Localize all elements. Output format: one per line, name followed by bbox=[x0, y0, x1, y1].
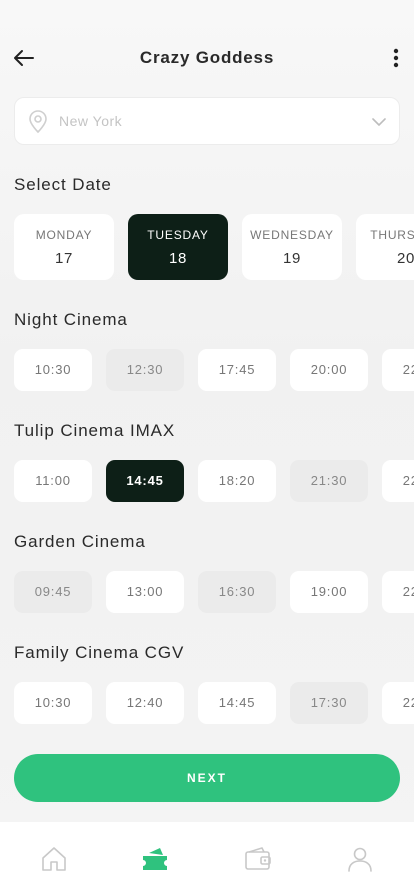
nav-home[interactable] bbox=[39, 844, 69, 874]
date-day-label: WEDNESDAY bbox=[250, 228, 334, 242]
date-row: MONDAY 17 TUESDAY 18 WEDNESDAY 19 THURSDAY 20 bbox=[14, 214, 414, 280]
showtime-chip[interactable]: 10:30 bbox=[14, 682, 92, 724]
header: Crazy Goddess bbox=[0, 36, 414, 80]
wallet-icon bbox=[245, 847, 271, 870]
showtime-chip[interactable]: 22:00 bbox=[382, 571, 414, 613]
bottom-nav bbox=[0, 822, 414, 896]
date-number: 17 bbox=[55, 250, 73, 267]
showtime-chip[interactable]: 20:00 bbox=[290, 349, 368, 391]
nav-profile[interactable] bbox=[345, 844, 375, 874]
showtime-chip[interactable]: 10:30 bbox=[14, 349, 92, 391]
home-icon bbox=[42, 847, 66, 871]
showtime-row: 09:45 13:00 16:30 19:00 22:00 bbox=[14, 571, 414, 613]
select-date-title: Select Date bbox=[14, 175, 112, 194]
showtime-chip[interactable]: 09:45 bbox=[14, 571, 92, 613]
date-card[interactable]: WEDNESDAY 19 bbox=[242, 214, 342, 280]
ticket-icon bbox=[143, 848, 167, 870]
date-day-label: MONDAY bbox=[35, 228, 93, 242]
showtime-chip[interactable]: 14:45 bbox=[106, 460, 184, 502]
showtime-chip[interactable]: 14:45 bbox=[198, 682, 276, 724]
more-vertical-icon bbox=[393, 48, 399, 68]
showtime-chip[interactable]: 19:00 bbox=[290, 571, 368, 613]
showtime-chip[interactable]: 22:00 bbox=[382, 349, 414, 391]
nav-wallet[interactable] bbox=[243, 844, 273, 874]
showtime-chip[interactable]: 11:00 bbox=[14, 460, 92, 502]
date-number: 18 bbox=[169, 250, 187, 267]
profile-icon bbox=[348, 847, 372, 872]
showtime-chip[interactable]: 18:20 bbox=[198, 460, 276, 502]
showtime-chip[interactable]: 21:30 bbox=[290, 460, 368, 502]
date-number: 19 bbox=[283, 250, 301, 267]
nav-tickets[interactable] bbox=[140, 844, 170, 874]
showtime-chip[interactable]: 12:30 bbox=[106, 349, 184, 391]
more-options-button[interactable] bbox=[384, 42, 408, 74]
showtime-chip[interactable]: 13:00 bbox=[106, 571, 184, 613]
location-pin-icon bbox=[29, 110, 47, 134]
date-number: 20 bbox=[397, 250, 414, 267]
showtime-chip[interactable]: 12:40 bbox=[106, 682, 184, 724]
date-card[interactable]: MONDAY 17 bbox=[14, 214, 114, 280]
next-button[interactable]: NEXT bbox=[14, 754, 400, 802]
cinema-title: Family Cinema CGV bbox=[14, 643, 185, 662]
cinema-title: Night Cinema bbox=[14, 310, 128, 329]
showtime-chip[interactable]: 16:30 bbox=[198, 571, 276, 613]
date-card[interactable]: TUESDAY 18 bbox=[128, 214, 228, 280]
cinema-title: Tulip Cinema IMAX bbox=[14, 421, 176, 440]
showtime-chip[interactable]: 17:30 bbox=[290, 682, 368, 724]
showtime-row: 10:30 12:30 17:45 20:00 22:00 bbox=[14, 349, 414, 391]
location-value: New York bbox=[59, 113, 123, 129]
date-day-label: THURSDAY bbox=[370, 228, 414, 242]
showtime-chip[interactable]: 22:00 bbox=[382, 682, 414, 724]
location-select[interactable]: New York bbox=[14, 97, 400, 145]
date-day-label: TUESDAY bbox=[147, 228, 209, 242]
chevron-down-icon bbox=[372, 118, 386, 126]
showtime-row: 10:30 12:40 14:45 17:30 22:00 bbox=[14, 682, 414, 724]
showtime-chip[interactable]: 22:00 bbox=[382, 460, 414, 502]
cinema-title: Garden Cinema bbox=[14, 532, 146, 551]
showtime-row: 11:00 14:45 18:20 21:30 22:00 bbox=[14, 460, 414, 502]
page-title: Crazy Goddess bbox=[139, 48, 275, 67]
date-card[interactable]: THURSDAY 20 bbox=[356, 214, 414, 280]
showtime-chip[interactable]: 17:45 bbox=[198, 349, 276, 391]
